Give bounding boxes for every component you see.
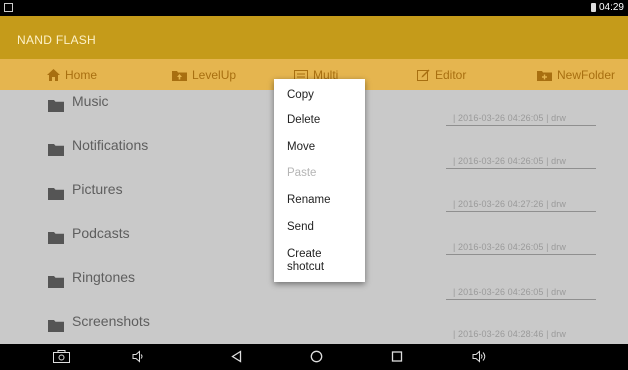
divider — [446, 254, 596, 255]
file-meta: | 2016-03-26 04:26:05 | drw — [453, 287, 566, 297]
folder-icon — [48, 100, 64, 112]
back-icon[interactable] — [231, 350, 242, 363]
folder-icon — [48, 188, 64, 200]
file-name: Ringtones — [72, 269, 136, 285]
folder-icon — [48, 276, 64, 288]
divider — [446, 211, 596, 212]
levelup-button[interactable]: LevelUp — [172, 68, 236, 82]
newfolder-button[interactable]: NewFolder — [537, 68, 615, 82]
file-meta: | 2016-03-26 04:27:26 | drw — [453, 199, 566, 209]
folder-icon — [48, 320, 64, 332]
screenshot-icon[interactable] — [53, 350, 70, 363]
divider — [446, 168, 596, 169]
file-name: Pictures — [72, 181, 123, 197]
context-menu: Copy Delete Move Paste Rename Send Creat… — [274, 79, 365, 282]
menu-item-delete[interactable]: Delete — [287, 114, 320, 126]
home-button[interactable]: Home — [47, 68, 97, 82]
file-name: Podcasts — [72, 225, 130, 241]
home-label: Home — [65, 68, 98, 82]
file-meta: | 2016-03-26 04:26:05 | drw — [453, 242, 566, 252]
notification-icon — [4, 3, 13, 12]
navigation-bar — [0, 344, 628, 370]
new-folder-icon — [537, 70, 552, 81]
battery-icon — [590, 3, 596, 12]
folder-icon — [48, 144, 64, 156]
levelup-label: LevelUp — [192, 68, 237, 82]
home-nav-icon[interactable] — [310, 350, 323, 363]
edit-icon — [417, 69, 430, 81]
editor-button[interactable]: Editor — [417, 68, 466, 82]
file-meta: | 2016-03-26 04:28:46 | drw — [453, 329, 566, 339]
folder-icon — [48, 232, 64, 244]
list-item[interactable]: Screenshots | 2016-03-26 04:28:46 | drw — [0, 310, 628, 344]
menu-item-rename[interactable]: Rename — [287, 194, 330, 206]
status-time: 04:29 — [598, 2, 624, 13]
volume-up-icon[interactable] — [472, 350, 487, 363]
status-bar: 04:29 — [0, 0, 628, 16]
menu-item-create-shortcut-line1: Create — [287, 248, 322, 260]
menu-item-send[interactable]: Send — [287, 221, 314, 233]
file-name: Screenshots — [72, 313, 150, 329]
home-icon — [47, 69, 60, 81]
menu-item-move[interactable]: Move — [287, 141, 315, 153]
menu-item-paste: Paste — [287, 167, 317, 179]
file-name: Music — [72, 93, 109, 109]
divider — [446, 125, 596, 126]
newfolder-label: NewFolder — [557, 68, 616, 82]
divider — [446, 299, 596, 300]
app-bar: NAND FLASH — [0, 16, 628, 59]
editor-label: Editor — [435, 68, 467, 82]
recent-apps-icon[interactable] — [391, 350, 403, 363]
folder-up-icon — [172, 70, 187, 81]
volume-down-icon[interactable] — [132, 350, 144, 363]
menu-item-copy[interactable]: Copy — [287, 89, 314, 101]
file-meta: | 2016-03-26 04:26:05 | drw — [453, 113, 566, 123]
menu-item-create-shortcut[interactable]: Create shotcut — [287, 248, 324, 274]
page-title: NAND FLASH — [17, 33, 97, 47]
file-name: Notifications — [72, 137, 149, 153]
menu-item-create-shortcut-line2: shotcut — [287, 261, 325, 273]
file-meta: | 2016-03-26 04:26:05 | drw — [453, 156, 566, 166]
